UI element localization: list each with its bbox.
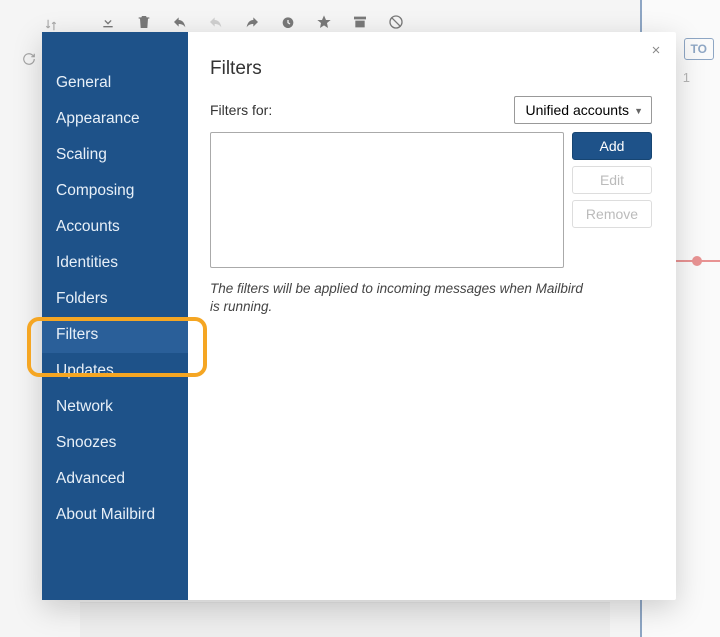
edit-button: Edit bbox=[572, 166, 652, 194]
filters-note: The filters will be applied to incoming … bbox=[210, 280, 590, 316]
panel-title: Filters bbox=[210, 58, 652, 80]
sidebar-item-general[interactable]: General bbox=[42, 65, 188, 101]
filters-list[interactable] bbox=[210, 132, 564, 268]
add-button[interactable]: Add bbox=[572, 132, 652, 160]
filters-for-label: Filters for: bbox=[210, 102, 272, 118]
sidebar-item-identities[interactable]: Identities bbox=[42, 245, 188, 281]
day-number: 1 bbox=[683, 70, 690, 85]
sidebar-item-filters[interactable]: Filters bbox=[42, 317, 188, 353]
filter-buttons: Add Edit Remove bbox=[572, 132, 652, 228]
close-icon bbox=[650, 44, 662, 56]
sidebar-item-scaling[interactable]: Scaling bbox=[42, 137, 188, 173]
sidebar-item-appearance[interactable]: Appearance bbox=[42, 101, 188, 137]
now-indicator-dot bbox=[692, 256, 702, 266]
close-button[interactable] bbox=[646, 42, 666, 62]
sidebar-item-network[interactable]: Network bbox=[42, 389, 188, 425]
sidebar-item-snoozes[interactable]: Snoozes bbox=[42, 425, 188, 461]
refresh-icon bbox=[22, 52, 36, 66]
account-selected-text: Unified accounts bbox=[525, 102, 629, 118]
options-dialog: General Appearance Scaling Composing Acc… bbox=[42, 32, 676, 600]
background-footer bbox=[80, 602, 610, 637]
today-button: TO bbox=[684, 38, 714, 60]
chevron-down-icon: ▼ bbox=[634, 106, 643, 116]
sidebar-item-updates[interactable]: Updates bbox=[42, 353, 188, 389]
options-sidebar: General Appearance Scaling Composing Acc… bbox=[42, 32, 188, 600]
account-select[interactable]: Unified accounts ▼ bbox=[514, 96, 652, 124]
sidebar-item-advanced[interactable]: Advanced bbox=[42, 461, 188, 497]
sidebar-item-accounts[interactable]: Accounts bbox=[42, 209, 188, 245]
sidebar-item-folders[interactable]: Folders bbox=[42, 281, 188, 317]
sidebar-item-composing[interactable]: Composing bbox=[42, 173, 188, 209]
sidebar-item-about[interactable]: About Mailbird bbox=[42, 497, 188, 533]
options-content: Filters Filters for: Unified accounts ▼ … bbox=[188, 32, 676, 600]
remove-button: Remove bbox=[572, 200, 652, 228]
